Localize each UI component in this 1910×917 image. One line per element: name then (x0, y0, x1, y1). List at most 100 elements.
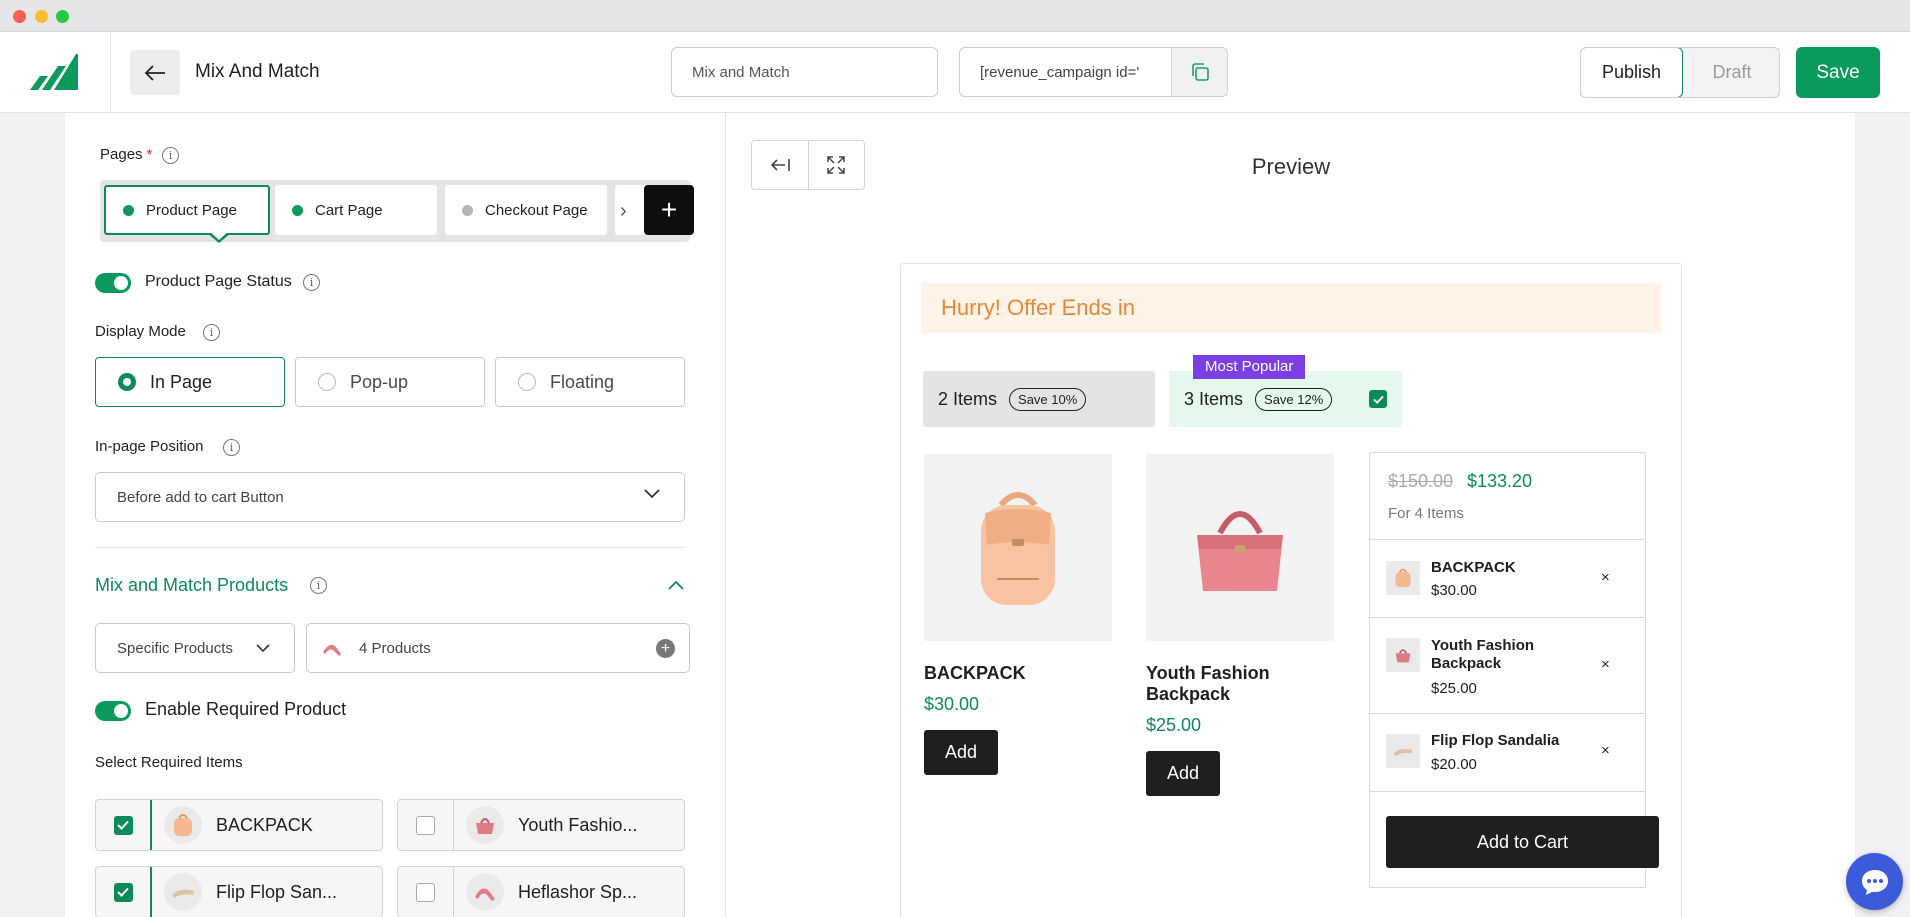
mode-label: Pop-up (350, 371, 409, 392)
shortcode-field[interactable]: [revenue_campaign id=' (959, 47, 1228, 97)
required-item-heflashor[interactable]: Heflashor Sp... (397, 866, 685, 917)
tab-product-page[interactable]: Product Page (104, 185, 270, 243)
preview-panel: Preview Hurry! Offer Ends in 2 Items Sav… (725, 113, 1855, 917)
display-mode-popup[interactable]: Pop-up (295, 357, 485, 407)
status-dot (292, 204, 303, 216)
info-icon[interactable]: i (303, 274, 320, 291)
add-page-button[interactable]: + (644, 185, 694, 235)
draft-button[interactable]: Draft (1683, 48, 1779, 97)
required-toggle-label: Enable Required Product (145, 699, 347, 719)
product-price: $30.00 (924, 694, 980, 714)
product-name: BACKPACK (924, 663, 1026, 683)
checkbox-cell (398, 800, 454, 850)
info-icon[interactable]: i (310, 577, 327, 594)
summary-item-price: $25.00 (1431, 680, 1477, 697)
quantity-option-3[interactable]: 3 Items Save 12% (1169, 371, 1402, 427)
position-value: Before add to cart Button (117, 488, 284, 506)
shortcode-text: [revenue_campaign id=' (980, 64, 1140, 81)
product-filter-select[interactable]: Specific Products (95, 623, 295, 673)
remove-item-button[interactable]: × (1601, 569, 1610, 586)
add-product-button[interactable]: Add (1146, 751, 1220, 796)
quantity-option-2[interactable]: 2 Items Save 10% (923, 371, 1155, 427)
arrow-left-icon (144, 64, 165, 81)
product-card-backpack: BACKPACK $30.00 Add (924, 454, 1114, 775)
checkbox-checked[interactable] (113, 815, 133, 835)
status-label: Product Page Status (145, 273, 292, 290)
backpack-icon (164, 806, 202, 844)
checkbox-cell (398, 867, 454, 917)
tab-label: Cart Page (315, 201, 383, 219)
page-title: Mix And Match (195, 61, 320, 82)
checkbox-checked[interactable] (113, 882, 133, 902)
chevron-up-icon[interactable] (668, 580, 684, 590)
position-label: In-page Position (95, 438, 204, 455)
checkbox-unchecked[interactable] (416, 882, 435, 902)
radio (318, 373, 336, 391)
required-product-toggle[interactable] (95, 701, 131, 721)
maximize-window-button[interactable] (56, 10, 69, 23)
copy-shortcode-button[interactable] (1171, 48, 1227, 96)
tab-cart-page[interactable]: Cart Page (275, 185, 437, 235)
offer-countdown-banner: Hurry! Offer Ends in (921, 283, 1661, 333)
quantity-checkbox-checked[interactable] (1369, 390, 1387, 408)
add-to-cart-button[interactable]: Add to Cart (1386, 816, 1659, 868)
app-logo-icon (30, 54, 78, 90)
status-dot (462, 204, 473, 216)
minimize-window-button[interactable] (35, 10, 48, 23)
sandal-icon (1386, 734, 1420, 768)
tab-label: Checkout Page (485, 201, 588, 219)
required-item-backpack[interactable]: BACKPACK (95, 799, 383, 851)
product-card-youth-fashion: Youth Fashion Backpack $25.00 Add (1146, 454, 1336, 796)
handbag-icon (466, 806, 504, 844)
display-mode-floating[interactable]: Floating (495, 357, 685, 407)
summary-item-price: $30.00 (1431, 582, 1477, 599)
summary-item-name: Youth Fashion Backpack (1431, 637, 1535, 672)
offer-widget: Hurry! Offer Ends in 2 Items Save 10% 3 … (900, 263, 1682, 917)
checkbox-cell (96, 867, 152, 917)
summary-item-price: $20.00 (1431, 756, 1477, 773)
chat-support-button[interactable] (1846, 853, 1903, 910)
preview-title: Preview (1251, 154, 1331, 179)
radio-selected (118, 373, 136, 391)
display-mode-in-page[interactable]: In Page (95, 357, 285, 407)
checkbox-unchecked[interactable] (416, 815, 435, 835)
settings-panel: Pages * i Product Page Cart Page Checkout… (65, 113, 725, 917)
discounted-price: $133.20 (1467, 471, 1533, 491)
summary-item-name: BACKPACK (1431, 559, 1516, 576)
chevron-down-icon (256, 644, 270, 653)
back-button[interactable] (130, 50, 180, 95)
select-required-label: Select Required Items (95, 754, 243, 771)
chevron-right-icon[interactable]: › (620, 200, 627, 223)
mode-label: Floating (550, 371, 615, 392)
window-titlebar (0, 0, 1910, 32)
required-item-youth-fashion[interactable]: Youth Fashio... (397, 799, 685, 851)
required-item-name: BACKPACK (216, 814, 313, 835)
display-mode-label: Display Mode (95, 323, 186, 340)
save-badge: Save 12% (1255, 387, 1333, 411)
remove-item-button[interactable]: × (1601, 742, 1610, 759)
save-badge: Save 10% (1009, 387, 1087, 411)
selected-products-field[interactable]: 4 Products + (306, 623, 690, 673)
required-item-name: Youth Fashio... (518, 814, 638, 835)
product-page-status-toggle[interactable] (95, 273, 131, 293)
quantity-label: 3 Items (1184, 388, 1244, 409)
info-icon[interactable]: i (223, 439, 240, 456)
tab-checkout-page[interactable]: Checkout Page (445, 185, 607, 235)
remove-item-button[interactable]: × (1601, 656, 1610, 673)
info-icon[interactable]: i (162, 147, 179, 164)
check-icon (1372, 395, 1384, 404)
original-price: $150.00 (1388, 471, 1454, 491)
add-product-icon[interactable]: + (656, 639, 675, 658)
info-icon[interactable]: i (203, 324, 220, 341)
publish-button[interactable]: Publish (1581, 48, 1683, 97)
save-button[interactable]: Save (1796, 47, 1880, 98)
product-count: 4 Products (359, 639, 431, 657)
required-item-flip-flop[interactable]: Flip Flop San... (95, 866, 383, 917)
add-product-button[interactable]: Add (924, 730, 998, 775)
product-price: $25.00 (1146, 715, 1202, 735)
sandal-icon (164, 873, 202, 911)
campaign-name-input[interactable] (671, 47, 938, 97)
position-select[interactable]: Before add to cart Button (95, 472, 685, 522)
close-window-button[interactable] (13, 10, 26, 23)
summary-item: BACKPACK $30.00 × (1370, 540, 1645, 618)
